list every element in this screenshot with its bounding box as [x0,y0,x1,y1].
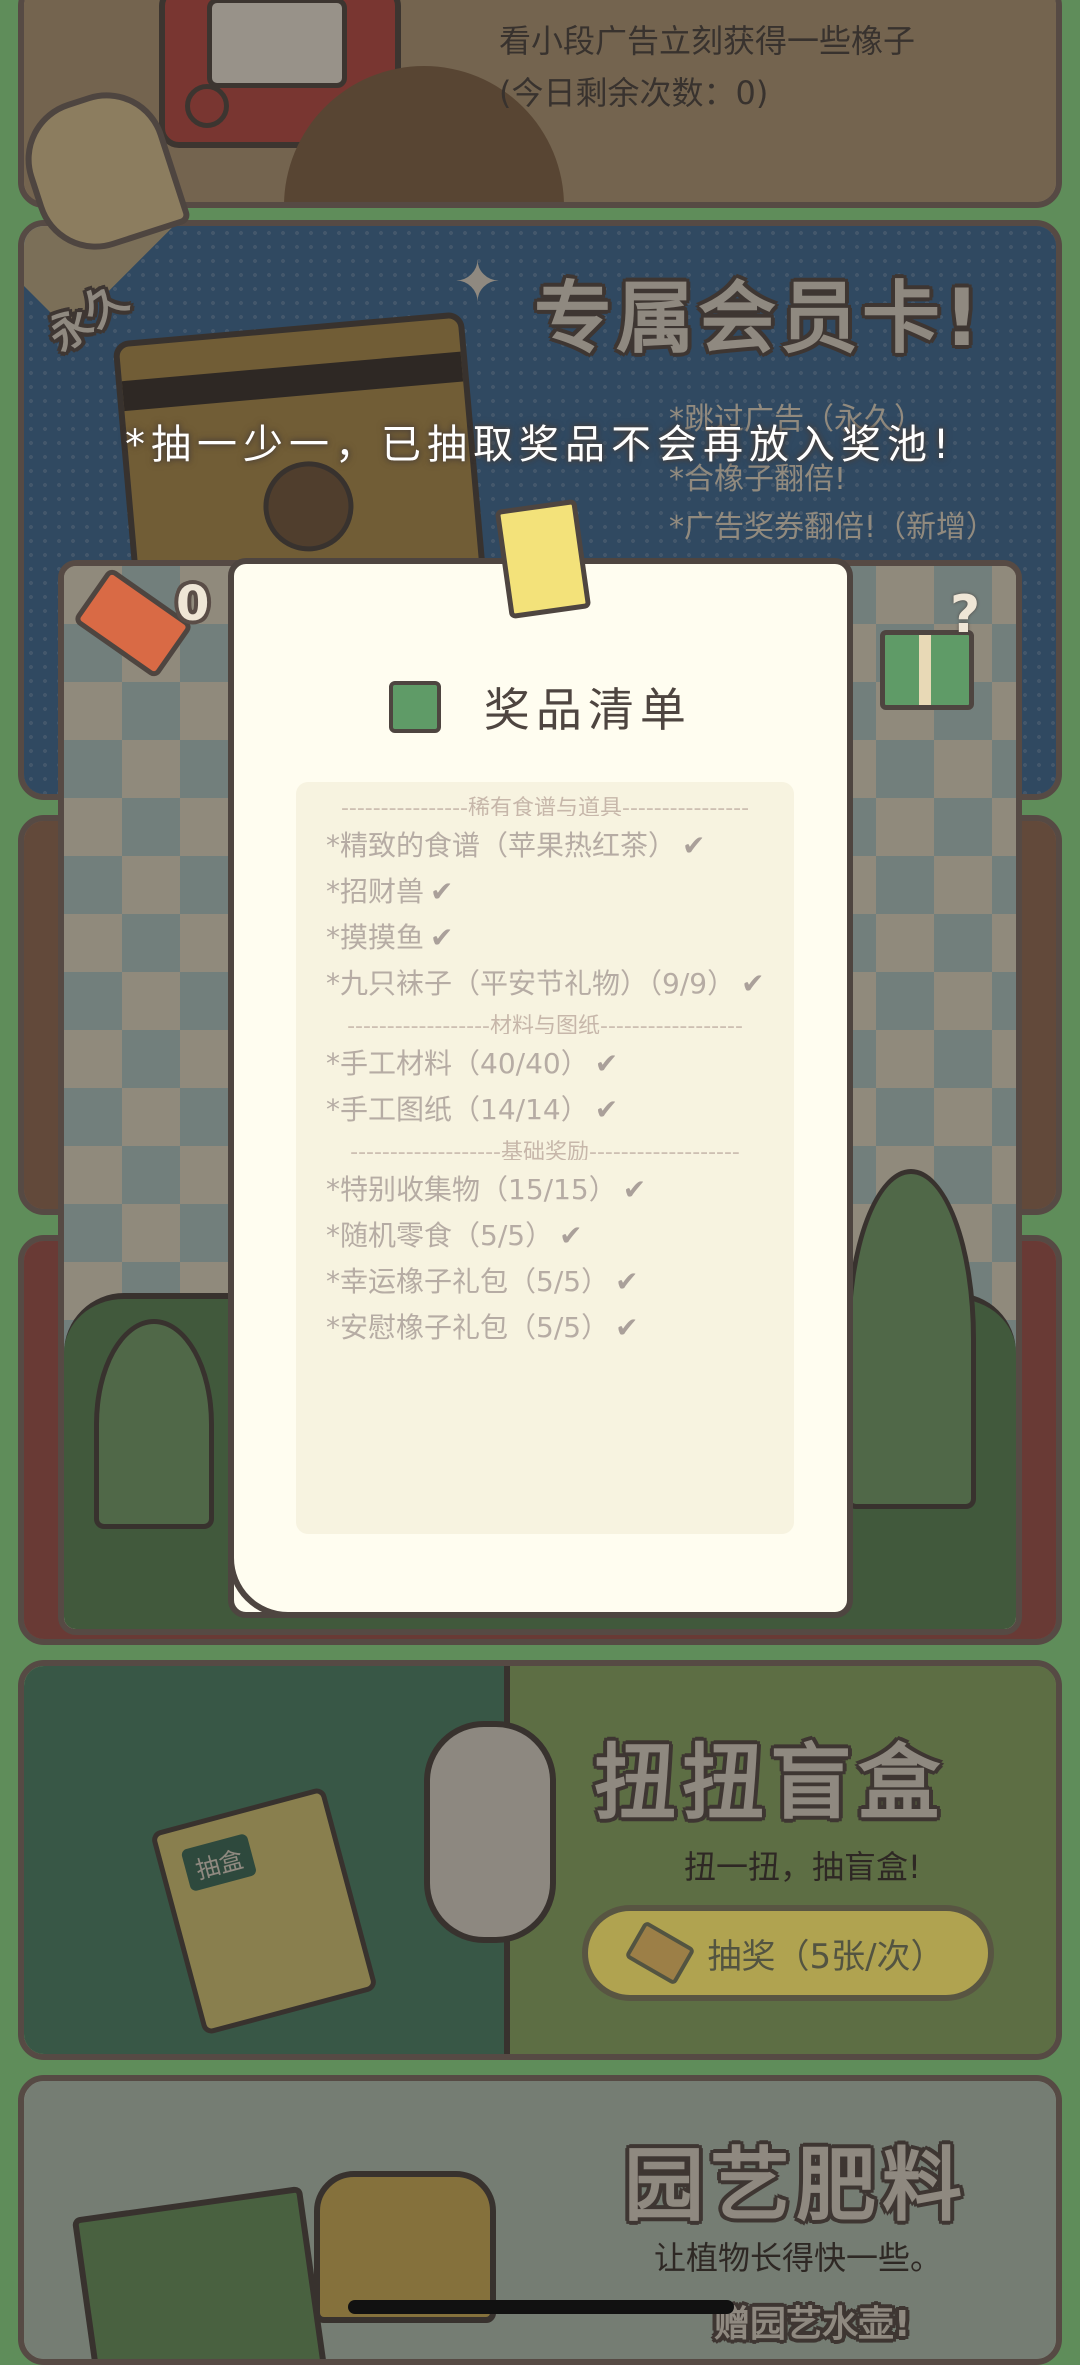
prize-list-title: 奖品清单 [483,683,692,737]
list-item: *幸运橡子礼包（5/5） ✔ [326,1265,639,1298]
list-item: *特别收集物（15/15） ✔ [326,1173,647,1206]
paper-curl [228,1542,354,1618]
check-icon: ✔ [615,1311,639,1344]
check-icon: ✔ [622,1173,647,1206]
list-item: *精致的食谱（苹果热红茶） ✔ [326,829,706,862]
check-icon: ✔ [741,967,765,1000]
sparkle-icon: ✦ [454,250,501,315]
box-label: 抽盒 [180,1832,258,1893]
gift-icon [389,681,442,733]
check-icon: ✔ [594,1047,619,1080]
gacha-knob-icon [424,1721,556,1943]
garden-title: 园艺肥料 [624,2139,968,2232]
blind-box-illustration: 抽盒 [149,1786,379,2036]
garden-subtitle: 让植物长得快一些。 [654,2239,943,2277]
prize-list-paper: 奖品清单 ----------------稀有食谱与道具------------… [228,498,853,1618]
list-item: *手工材料（40/40） ✔ [326,1047,619,1080]
fern-right [846,1169,976,1509]
list-item: *手工图纸（14/14） ✔ [326,1093,619,1126]
section-header: -------------------基础奖励-----------------… [350,1140,740,1160]
list-item: *招财兽 ✔ [326,875,454,908]
home-indicator[interactable] [348,2300,734,2314]
question-mark-icon: ? [950,585,981,645]
tv-screen [207,0,347,88]
check-icon: ✔ [682,829,706,862]
list-item: *九只袜子（平安节礼物）（9/9） ✔ [326,967,765,1000]
check-icon: ✔ [559,1219,583,1252]
pool-notice: *抽一少一，已抽取奖品不会再放入奖池! [124,422,956,468]
section-header: ----------------稀有食谱与道具---------------- [340,796,750,816]
vip-perk-3: *广告奖券翻倍!（新增） [669,510,997,545]
draw-button-label: 抽奖（5张/次） [707,1936,945,1977]
check-icon: ✔ [594,1093,619,1126]
gacha-subtitle: 扭一扭，抽盲盒! [684,1848,921,1886]
vip-title: 专属会员卡! [534,274,984,364]
prize-list[interactable]: ----------------稀有食谱与道具---------------- … [296,782,794,1534]
fertilizer-bags [71,2185,329,2359]
garden-bonus: 赠园艺水壶! [714,2304,911,2345]
list-item: *随机零食（5/5） ✔ [326,1219,583,1252]
list-item: *摸摸鱼 ✔ [326,921,454,954]
tape-strip [494,498,592,620]
check-icon: ✔ [430,921,454,954]
ad-line-1: 看小段广告立刻获得一些橡子 [499,22,916,60]
draw-button[interactable]: 抽奖（5张/次） [582,1905,994,2001]
ticket-icon [624,1920,697,1986]
acorn-icon [259,457,358,556]
ad-line-2: (今日剩余次数：0) [499,74,769,112]
check-icon: ✔ [430,875,454,908]
paper-title: 奖品清单 [234,674,847,740]
list-item: *安慰橡子礼包（5/5） ✔ [326,1311,639,1344]
section-header: ------------------材料与图纸-----------------… [347,1014,743,1034]
check-icon: ✔ [615,1265,639,1298]
garden-card[interactable]: 园艺肥料 让植物长得快一些。 赠园艺水壶! [18,2075,1062,2365]
gacha-title: 扭扭盲盒 [594,1736,947,1831]
fern-left [94,1319,214,1529]
ticket-count: 0 [176,576,210,632]
tv-knob-icon [185,84,229,128]
